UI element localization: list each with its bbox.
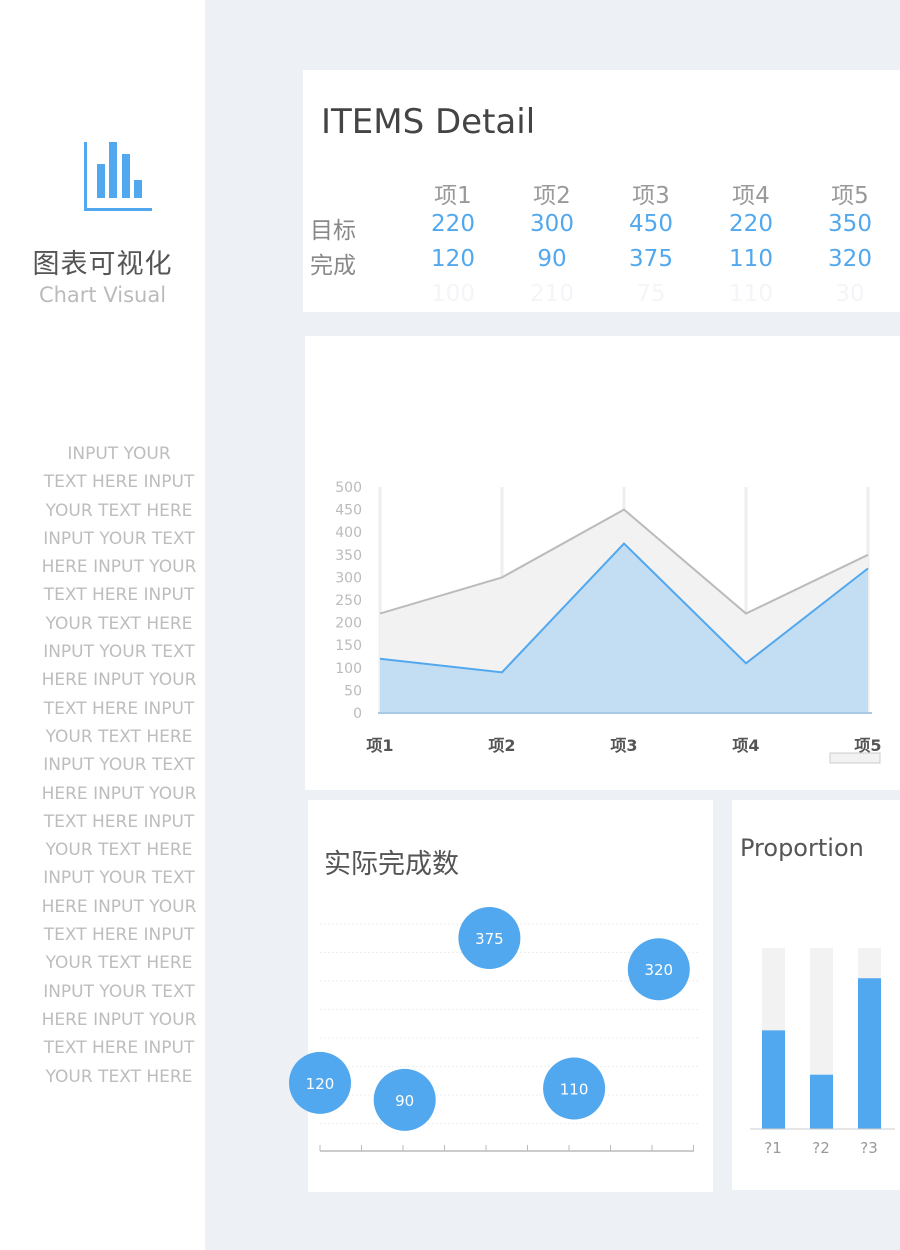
y-tick-label: 100 bbox=[335, 661, 362, 677]
x-tick-label: 项1 bbox=[366, 736, 393, 755]
bar-label: ?1 bbox=[764, 1139, 782, 1157]
x-tick-label: 项4 bbox=[732, 736, 759, 755]
y-tick-label: 500 bbox=[335, 480, 362, 496]
bubble-label: 375 bbox=[475, 930, 504, 948]
y-tick-label: 450 bbox=[335, 503, 362, 519]
bar bbox=[858, 978, 881, 1129]
bubble-label: 320 bbox=[644, 961, 673, 979]
legend-swatch bbox=[829, 752, 881, 764]
y-tick-label: 400 bbox=[335, 525, 362, 541]
x-tick-label: 项3 bbox=[610, 736, 637, 755]
y-tick-label: 350 bbox=[335, 548, 362, 564]
bar-label: ?2 bbox=[812, 1139, 830, 1157]
bar bbox=[810, 1074, 833, 1129]
bubble-label: 90 bbox=[395, 1092, 414, 1110]
bubble-label: 120 bbox=[306, 1075, 335, 1093]
charts-layer: 0 50 100 150 200 250 300 350 400 450 500 项1 项2 项3 项4 项5… bbox=[289, 480, 895, 1157]
bar-label: ?3 bbox=[860, 1139, 878, 1157]
y-tick-label: 200 bbox=[335, 616, 362, 632]
y-tick-label: 50 bbox=[344, 683, 362, 699]
y-tick-label: 0 bbox=[353, 706, 362, 722]
bubble-label: 110 bbox=[560, 1081, 589, 1099]
y-tick-label: 300 bbox=[335, 570, 362, 586]
x-tick-label: 项2 bbox=[488, 736, 515, 755]
bar bbox=[762, 1030, 785, 1129]
y-tick-label: 250 bbox=[335, 593, 362, 609]
x-tick-label: 项5 bbox=[854, 736, 881, 755]
y-tick-label: 150 bbox=[335, 638, 362, 654]
